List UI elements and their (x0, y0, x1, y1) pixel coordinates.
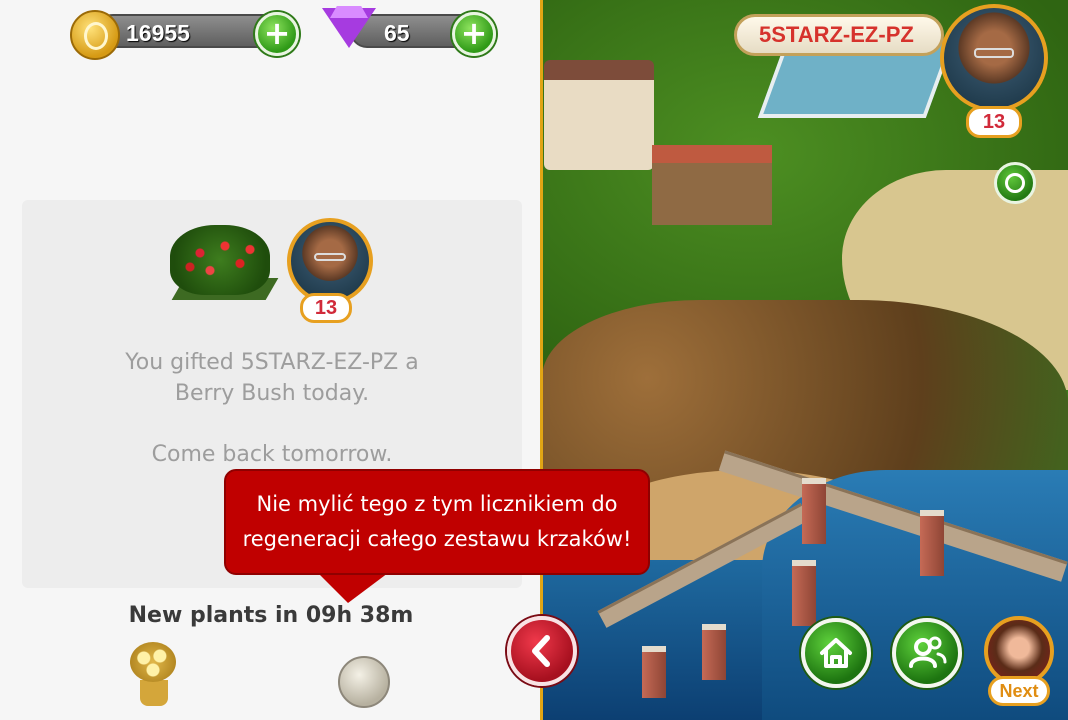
add-coins-button[interactable]: + (255, 12, 299, 56)
callout-line2: regeneracji całego zestawu krzaków! (242, 527, 632, 551)
annotation-callout: Nie mylić tego z tym licznikiem do regen… (224, 469, 650, 575)
back-button[interactable] (507, 616, 577, 686)
berry-bush-icon (170, 225, 270, 295)
panel-divider (540, 0, 543, 720)
home-button[interactable] (801, 618, 871, 688)
neighbor-avatar[interactable] (940, 4, 1048, 112)
friend-level-value: 13 (314, 297, 338, 319)
bouquet-icon[interactable] (130, 642, 176, 682)
callout-line1: Nie mylić tego z tym licznikiem do (256, 492, 618, 516)
gear-icon (1005, 173, 1025, 193)
plus-icon: + (460, 14, 488, 52)
neighbor-username: 5STARZ-EZ-PZ (734, 14, 944, 56)
coins-value: 16955 (126, 20, 190, 46)
pier-pillar (642, 646, 666, 698)
home-icon (820, 638, 852, 668)
neighbor-level-badge: 13 (966, 106, 1022, 138)
glasses-detail (314, 253, 346, 261)
friend-level-badge: 13 (300, 293, 352, 323)
neighbor-username-text: 5STARZ-EZ-PZ (759, 22, 914, 47)
settings-button[interactable] (994, 162, 1036, 204)
gems-value: 65 (384, 20, 410, 46)
next-button[interactable]: Next (988, 676, 1050, 706)
pier-pillar (920, 510, 944, 576)
gift-message-line1: You gifted 5STARZ-EZ-PZ a (125, 350, 419, 375)
next-label-text: Next (999, 681, 1039, 701)
market-stall[interactable] (652, 145, 772, 225)
glasses-detail (974, 48, 1014, 58)
friend-avatar (287, 218, 373, 304)
friends-icon (909, 636, 947, 668)
bouquet-vase (140, 680, 168, 706)
villa-building[interactable] (544, 60, 654, 170)
pier-pillar (792, 560, 816, 626)
new-plants-timer: New plants in 09h 38m (128, 603, 414, 628)
coin-icon (70, 10, 120, 60)
silver-coin-icon[interactable] (338, 656, 390, 708)
plus-icon: + (263, 14, 291, 52)
add-gems-button[interactable]: + (452, 12, 496, 56)
gift-message-line2: Berry Bush today. (174, 381, 370, 406)
pier-pillar (802, 478, 826, 544)
pier-pillar (702, 624, 726, 680)
back-chevron-icon (532, 635, 550, 667)
gift-message-line3: Come back tomorrow. (151, 442, 393, 467)
gift-panel: 16955 + 65 + 13 You gifted 5STARZ-EZ-PZ … (0, 0, 542, 720)
neighbor-level-value: 13 (982, 111, 1006, 133)
callout-pointer (318, 573, 388, 603)
friends-button[interactable] (892, 618, 962, 688)
